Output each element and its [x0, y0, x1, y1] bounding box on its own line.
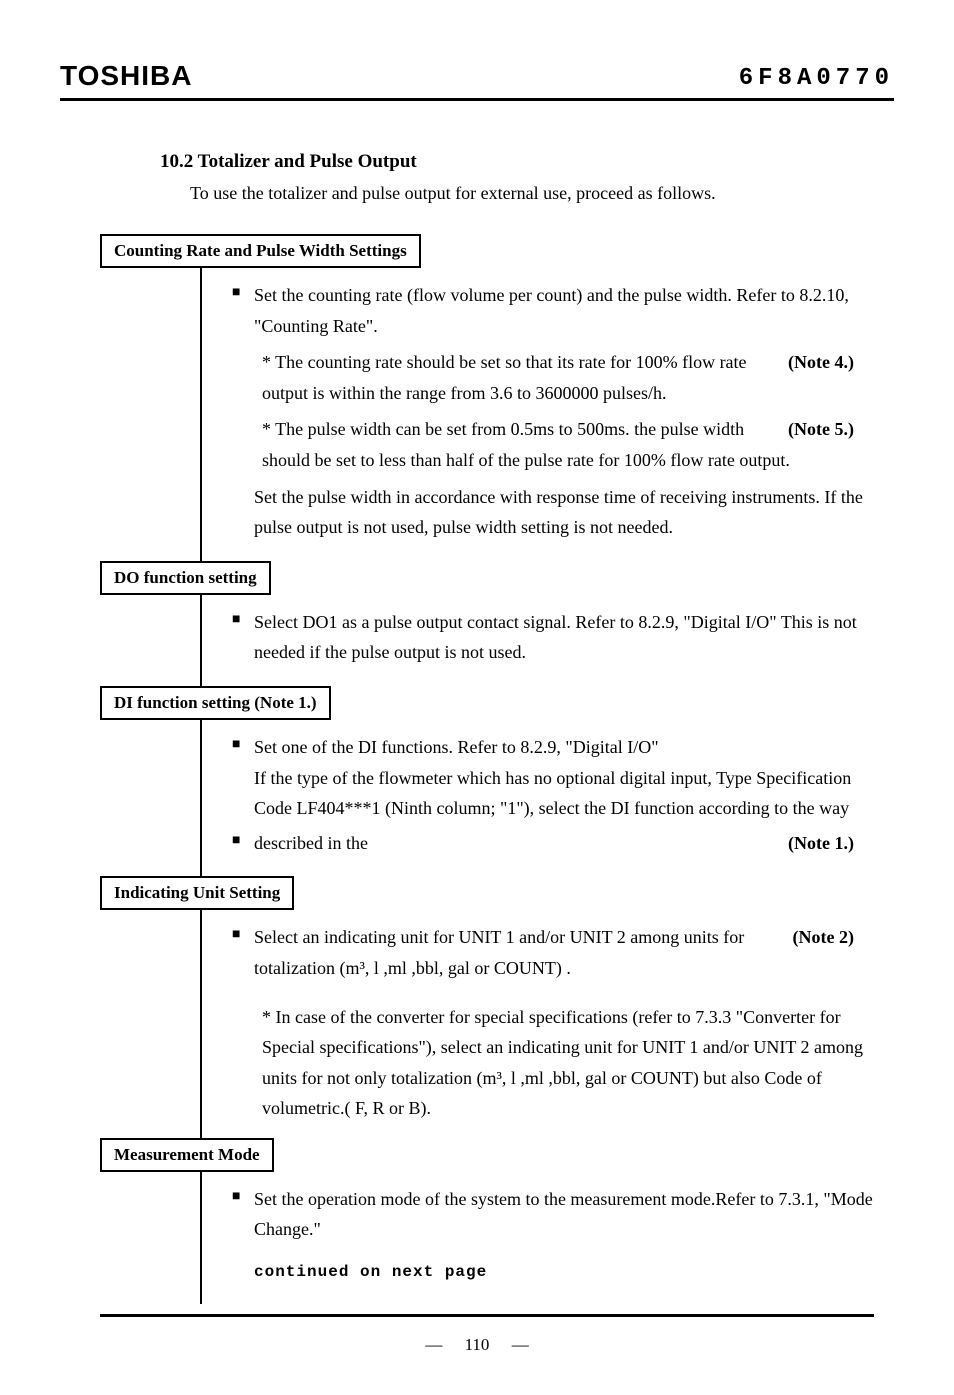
paragraph-text: Set one of the DI functions. Refer to 8.…	[254, 737, 659, 757]
step-box-do-function: DO function setting	[100, 561, 271, 595]
section-title: 10.2 Totalizer and Pulse Output	[160, 151, 894, 173]
note-ref: (Note 5.)	[788, 414, 854, 445]
square-bullet-icon: ■	[232, 607, 254, 668]
section-intro: To use the totalizer and pulse output fo…	[190, 183, 894, 204]
sub-item-text: * The pulse width can be set from 0.5ms …	[262, 419, 790, 470]
step-box-measurement-mode: Measurement Mode	[100, 1138, 274, 1172]
paragraph: Select DO1 as a pulse output contact sig…	[254, 607, 874, 668]
note-ref: (Note 2)	[793, 922, 854, 953]
step-box-di-function: DI function setting (Note 1.)	[100, 686, 331, 720]
page-number-value: 110	[465, 1335, 490, 1354]
paragraph: Set the operation mode of the system to …	[254, 1184, 874, 1245]
page-number: — 110 —	[60, 1335, 894, 1355]
paragraph-text: described in the	[254, 833, 368, 853]
square-bullet-icon: ■	[232, 922, 254, 983]
step-content-indicating-unit: ■ (Note 2) Select an indicating unit for…	[200, 908, 874, 1138]
continued-label: continued on next page	[254, 1259, 874, 1286]
brand-logo: TOSHIBA	[60, 60, 193, 92]
sub-item-text: * In case of the converter for special s…	[262, 1007, 863, 1119]
flow-block: Counting Rate and Pulse Width Settings ■…	[100, 234, 874, 1304]
note-ref: (Note 4.)	[788, 347, 854, 378]
sub-item-text: * The counting rate should be set so tha…	[262, 352, 747, 403]
spacer	[232, 482, 254, 543]
dash-icon: —	[425, 1335, 442, 1354]
step-box-counting-rate: Counting Rate and Pulse Width Settings	[100, 234, 421, 268]
step-content-do-function: ■ Select DO1 as a pulse output contact s…	[200, 593, 874, 686]
sub-item: (Note 5.) * The pulse width can be set f…	[262, 414, 874, 475]
step-box-indicating-unit: Indicating Unit Setting	[100, 876, 294, 910]
paragraph: Set the pulse width in accordance with r…	[254, 482, 874, 543]
sub-item: (Note 4.) * The counting rate should be …	[262, 347, 874, 408]
page: TOSHIBA 6F8A0770 10.2 Totalizer and Puls…	[0, 0, 954, 1395]
paragraph-text: Select an indicating unit for UNIT 1 and…	[254, 927, 744, 978]
dash-icon: —	[512, 1335, 529, 1354]
square-bullet-icon: ■	[232, 280, 254, 341]
square-bullet-icon: ■	[232, 732, 254, 824]
square-bullet-icon: ■	[232, 1184, 254, 1245]
step-content-di-function: ■ Set one of the DI functions. Refer to …	[200, 718, 874, 876]
step-content-measurement-mode: ■ Set the operation mode of the system t…	[200, 1170, 874, 1304]
sub-item: * In case of the converter for special s…	[262, 1002, 874, 1124]
paragraph: (Note 1.) described in the	[254, 828, 874, 859]
bottom-rule	[100, 1314, 874, 1317]
document-number: 6F8A0770	[739, 65, 894, 92]
paragraph: Set the counting rate (flow volume per c…	[254, 280, 874, 341]
spacer	[232, 1259, 254, 1286]
paragraph: Set one of the DI functions. Refer to 8.…	[254, 732, 874, 824]
page-header: TOSHIBA 6F8A0770	[60, 60, 894, 101]
step-content-counting-rate: ■ Set the counting rate (flow volume per…	[200, 266, 874, 561]
paragraph-text: If the type of the flowmeter which has n…	[254, 768, 851, 819]
paragraph: (Note 2) Select an indicating unit for U…	[254, 922, 874, 983]
square-bullet-icon: ■	[232, 828, 254, 859]
note-ref: (Note 1.)	[788, 828, 854, 859]
